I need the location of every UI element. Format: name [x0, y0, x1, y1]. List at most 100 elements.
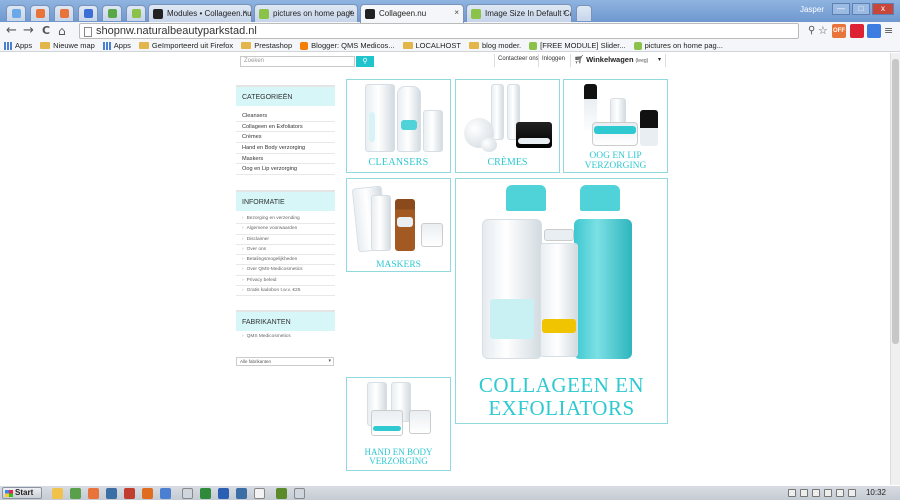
- taskbar-clock[interactable]: 10:32: [866, 488, 886, 497]
- folder-icon: [40, 42, 51, 49]
- info-link-voucher[interactable]: Gratis kadobon t.w.v. €25: [236, 286, 335, 297]
- info-link-disclaimer[interactable]: Disclaimer: [236, 235, 335, 245]
- bookmark-localhost[interactable]: LOCALHOST: [402, 41, 461, 50]
- search-button[interactable]: ⚲: [356, 56, 374, 67]
- taskbar-app-icon[interactable]: [70, 488, 81, 499]
- bookmark-apps-2[interactable]: Apps: [102, 41, 131, 50]
- tab-image-size[interactable]: Image Size In Default Categ ×: [466, 4, 572, 22]
- tab-close-icon[interactable]: ×: [454, 8, 459, 17]
- taskbar-app-icon[interactable]: [106, 488, 117, 499]
- extension-red-icon[interactable]: [850, 24, 864, 38]
- manufacturer-select[interactable]: Alle fabrikanten ▾: [236, 357, 334, 366]
- translate-extension-icon[interactable]: [867, 24, 881, 38]
- pinned-tab-5[interactable]: [102, 5, 122, 21]
- minimize-button[interactable]: —: [832, 3, 850, 15]
- back-button[interactable]: ←: [6, 24, 17, 38]
- pinned-tab-6[interactable]: [126, 5, 146, 21]
- tray-icon[interactable]: [800, 489, 808, 497]
- volume-icon[interactable]: [848, 489, 856, 497]
- taskbar-app-icon[interactable]: [142, 488, 153, 499]
- info-link-privacy[interactable]: Privacy beleid: [236, 276, 335, 287]
- category-hand-body[interactable]: Hand en Body verzorging: [236, 143, 335, 154]
- reload-button[interactable]: C: [42, 24, 50, 38]
- taskbar-word-icon[interactable]: [218, 488, 229, 499]
- bookmark-apps[interactable]: Apps: [4, 41, 32, 50]
- tray-icon[interactable]: [812, 489, 820, 497]
- taskbar-window-button[interactable]: [294, 488, 305, 499]
- tab-modules[interactable]: Modules • Collageen.nu ×: [148, 4, 252, 22]
- manufacturer-link[interactable]: QMS Medicosmetics: [236, 334, 335, 339]
- product-jar-image: [421, 223, 443, 247]
- bookmark-free-module[interactable]: [FREE MODULE] Slider...: [529, 41, 626, 50]
- categories-heading: CATEGORIEËN: [236, 85, 335, 106]
- bottle-label-image: [401, 120, 417, 130]
- zoom-icon[interactable]: ⚲: [808, 24, 815, 38]
- search-input[interactable]: Zoeken: [240, 56, 355, 67]
- tile-maskers[interactable]: Maskers: [346, 178, 451, 272]
- taskbar-chrome-icon[interactable]: [254, 488, 265, 499]
- scrollbar-thumb[interactable]: [892, 59, 899, 344]
- taskbar-app-icon[interactable]: [88, 488, 99, 499]
- info-link-shipping[interactable]: Bezorging en verzending: [236, 214, 335, 225]
- category-maskers[interactable]: Maskers: [236, 154, 335, 165]
- bookmark-pictures[interactable]: pictures on home pag...: [633, 41, 723, 50]
- bookmark-firefox-import[interactable]: Geïmporteerd uit Firefox: [138, 41, 233, 50]
- tile-oog-lip[interactable]: Oog en Lip Verzorging: [563, 79, 668, 173]
- info-link-terms[interactable]: Algemene voorwaarden: [236, 224, 335, 235]
- pinned-tab-4[interactable]: [78, 5, 98, 21]
- contact-link[interactable]: Contacteer ons: [494, 54, 542, 67]
- tile-label-maskers: Maskers: [376, 260, 421, 270]
- tab-pictures[interactable]: pictures on home page not s ×: [254, 4, 358, 22]
- taskbar-app-icon[interactable]: [160, 488, 171, 499]
- pinned-tab-2[interactable]: [30, 5, 50, 21]
- tile-cremes[interactable]: Crèmes: [455, 79, 560, 173]
- start-button[interactable]: Start: [2, 487, 42, 499]
- profile-name[interactable]: Jasper: [800, 5, 824, 14]
- address-url[interactable]: shopnw.naturalbeautyparkstad.nl: [96, 25, 257, 37]
- taskbar-app-icon[interactable]: [124, 488, 135, 499]
- home-button[interactable]: ⌂: [58, 24, 66, 38]
- tab-collageen[interactable]: Collageen.nu ×: [360, 4, 464, 23]
- bookmark-prestashop[interactable]: Prestashop: [241, 41, 292, 50]
- category-collageen[interactable]: Collageen en Exfoliators: [236, 122, 335, 133]
- close-window-button[interactable]: x: [872, 3, 894, 15]
- bookmark-blog-moder[interactable]: blog moder.: [468, 41, 521, 50]
- taskbar-excel-icon[interactable]: [200, 488, 211, 499]
- chrome-menu-icon[interactable]: ≡: [884, 24, 893, 38]
- taskbar-app-icon[interactable]: [236, 488, 247, 499]
- maximize-button[interactable]: □: [852, 3, 870, 15]
- tray-icon[interactable]: [836, 489, 844, 497]
- category-cremes[interactable]: Crèmes: [236, 132, 335, 144]
- info-link-about[interactable]: Over ons: [236, 245, 335, 256]
- taskbar-app-icon[interactable]: [52, 488, 63, 499]
- address-bar[interactable]: shopnw.naturalbeautyparkstad.nl: [79, 23, 799, 39]
- info-link-payment[interactable]: Betalingsmogelijkheden: [236, 255, 335, 266]
- tab-close-icon[interactable]: ×: [348, 8, 353, 17]
- cart-dropdown[interactable]: 🛒︎ Winkelwagen (leeg) ▾: [570, 54, 666, 67]
- bookmark-blogger[interactable]: Blogger: QMS Medicos...: [300, 41, 395, 50]
- category-oog-lip[interactable]: Oog en Lip verzorging: [236, 164, 335, 176]
- bottle-cap-image: [506, 185, 546, 211]
- pinned-tab-3[interactable]: [54, 5, 74, 21]
- tab-close-icon[interactable]: ×: [562, 8, 567, 17]
- forward-button[interactable]: →: [23, 24, 34, 38]
- info-link-about-qms[interactable]: Over QMS-Medicosmetics: [236, 265, 335, 276]
- folder-icon: [138, 42, 149, 49]
- bookmark-star-icon[interactable]: ☆: [818, 24, 828, 38]
- taskbar-app-icon[interactable]: [276, 488, 287, 499]
- tray-icon[interactable]: [824, 489, 832, 497]
- tray-icon[interactable]: [788, 489, 796, 497]
- adblock-extension-icon[interactable]: OFF: [832, 24, 846, 38]
- tile-hand-body[interactable]: Hand en Body Verzorging: [346, 377, 451, 471]
- page-scrollbar[interactable]: [890, 53, 900, 485]
- bookmarks-bar: Apps Nieuwe map Apps Geïmporteerd uit Fi…: [0, 40, 900, 52]
- tab-close-icon[interactable]: ×: [242, 8, 247, 17]
- pinned-tab-1[interactable]: [6, 5, 26, 21]
- category-cleansers[interactable]: Cleansers: [236, 111, 335, 122]
- new-tab-button[interactable]: [576, 5, 592, 21]
- taskbar-window-button[interactable]: [182, 488, 193, 499]
- bookmark-nieuwe-map[interactable]: Nieuwe map: [40, 41, 95, 50]
- tile-collageen[interactable]: Collageen en Exfoliators: [455, 178, 668, 424]
- tile-cleansers[interactable]: Cleansers: [346, 79, 451, 173]
- login-link[interactable]: Inloggen: [538, 54, 568, 67]
